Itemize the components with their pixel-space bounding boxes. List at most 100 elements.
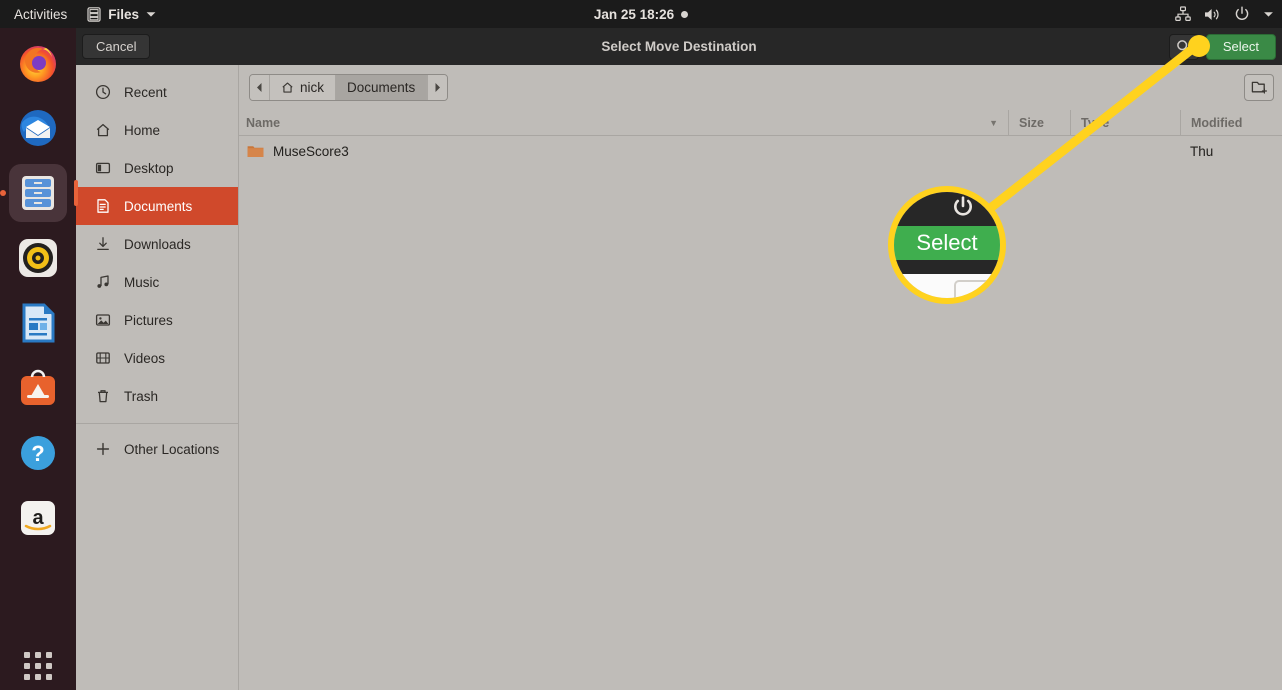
sidebar-item-other-locations[interactable]: Other Locations (76, 430, 238, 468)
sidebar-item-label: Desktop (124, 160, 174, 176)
trash-icon (94, 388, 111, 405)
table-row[interactable]: MuseScore3 Thu (239, 136, 1282, 166)
system-status-area[interactable] (1175, 6, 1274, 22)
chevron-down-icon (1264, 11, 1273, 17)
grid-dot (46, 652, 52, 658)
path-bar-row: nick Documents (239, 65, 1282, 110)
picture-icon (94, 312, 111, 329)
plus-icon (94, 441, 111, 458)
dialog-header-actions: Select (1168, 33, 1276, 60)
file-browser-content: nick Documents Name ▼ Size Type Modified… (239, 65, 1282, 690)
grid-dot (24, 663, 30, 669)
home-icon (282, 82, 293, 93)
chevron-down-icon: ▼ (989, 117, 998, 128)
path-forward-button[interactable] (427, 75, 448, 100)
breadcrumb: nick Documents (249, 74, 449, 101)
dock-item-libreoffice-writer[interactable] (9, 294, 67, 352)
grid-dot (35, 663, 41, 669)
breadcrumb-item-nick[interactable]: nick (270, 75, 337, 100)
sidebar-item-videos[interactable]: Videos (76, 339, 238, 377)
help-icon: ? (21, 436, 55, 470)
sidebar-item-label: Pictures (124, 312, 173, 328)
column-header-modified[interactable]: Modified (1180, 109, 1282, 136)
column-header-type[interactable]: Type (1070, 109, 1180, 136)
document-icon (94, 198, 111, 215)
sidebar-item-music[interactable]: Music (76, 263, 238, 301)
home-icon (94, 122, 111, 139)
thunderbird-icon (20, 110, 56, 146)
sidebar-item-label: Recent (124, 84, 167, 100)
dialog-title: Select Move Destination (601, 39, 757, 54)
sidebar-item-label: Other Locations (124, 441, 220, 457)
sidebar-separator (76, 423, 238, 424)
clock-label: Jan 25 18:26 (593, 6, 675, 22)
yellow-dot-marker (1188, 35, 1210, 57)
dock-item-thunderbird[interactable] (9, 99, 67, 157)
column-header-size[interactable]: Size (1008, 109, 1070, 136)
dock-item-help[interactable]: ? (9, 424, 67, 482)
sidebar-item-desktop[interactable]: Desktop (76, 149, 238, 187)
power-icon (954, 196, 972, 216)
file-name-label: MuseScore3 (273, 143, 349, 159)
clock[interactable]: Jan 25 18:26 (0, 7, 1282, 22)
music-note-icon (94, 274, 111, 291)
column-label: Modified (1191, 115, 1243, 130)
arrow-left-icon (257, 83, 262, 92)
sidebar-item-label: Documents (124, 198, 193, 214)
file-modified-cell: Thu (1190, 143, 1214, 159)
dock-item-firefox[interactable] (9, 34, 67, 92)
places-sidebar: Recent Home Desktop Documents Downloads … (76, 65, 239, 690)
sidebar-item-label: Music (124, 274, 160, 290)
column-label: Name (246, 115, 281, 130)
new-folder-button[interactable] (1244, 74, 1274, 101)
sidebar-item-trash[interactable]: Trash (76, 377, 238, 415)
new-folder-icon (1251, 81, 1267, 94)
breadcrumb-label: nick (300, 80, 325, 95)
sidebar-item-home[interactable]: Home (76, 111, 238, 149)
callout-top-band (894, 192, 1000, 226)
recording-dot-icon (681, 10, 689, 18)
dock-item-files[interactable] (9, 164, 67, 222)
column-label: Type (1081, 115, 1110, 130)
grid-dot (24, 652, 30, 658)
ubuntu-software-icon (21, 369, 55, 405)
libreoffice-writer-icon (22, 303, 55, 343)
sidebar-item-documents[interactable]: Documents (76, 187, 238, 225)
select-move-destination-dialog: Cancel Select Move Destination Select Re… (76, 28, 1282, 690)
path-back-button[interactable] (250, 75, 270, 100)
cancel-button[interactable]: Cancel (82, 34, 151, 59)
gnome-top-bar: Activities Files Jan 25 18:26 (0, 0, 1282, 28)
sidebar-item-label: Trash (124, 388, 159, 404)
rhythmbox-icon (19, 239, 57, 277)
amazon-icon: a (21, 501, 55, 535)
dock-icon-list: ? a (9, 34, 67, 547)
dock-item-ubuntu-software[interactable] (9, 359, 67, 417)
arrow-right-icon (435, 83, 441, 92)
callout-select-button: Select (894, 226, 1000, 260)
files-icon (22, 176, 54, 210)
breadcrumb-item-documents[interactable]: Documents (336, 75, 428, 100)
magnifier-callout: Select (888, 186, 1006, 304)
clock-icon (94, 84, 111, 101)
show-applications-button[interactable] (24, 652, 52, 680)
sidebar-item-downloads[interactable]: Downloads (76, 225, 238, 263)
dock-item-amazon[interactable]: a (9, 489, 67, 547)
grid-dot (46, 674, 52, 680)
grid-dot (35, 652, 41, 658)
svg-text:a: a (32, 507, 44, 529)
column-header-name[interactable]: Name ▼ (239, 110, 1008, 136)
column-label: Size (1019, 115, 1045, 130)
sidebar-item-recent[interactable]: Recent (76, 73, 238, 111)
dock: ? a (0, 28, 76, 690)
sidebar-item-pictures[interactable]: Pictures (76, 301, 238, 339)
dialog-body: Recent Home Desktop Documents Downloads … (76, 65, 1282, 690)
grid-dot (24, 674, 30, 680)
folder-icon (247, 146, 264, 157)
dialog-header: Cancel Select Move Destination Select (76, 28, 1282, 65)
download-icon (94, 236, 111, 253)
dock-item-rhythmbox[interactable] (9, 229, 67, 287)
select-button[interactable]: Select (1205, 33, 1276, 60)
volume-icon (1205, 8, 1219, 20)
desktop-icon (94, 160, 111, 177)
sidebar-item-label: Home (124, 122, 161, 138)
